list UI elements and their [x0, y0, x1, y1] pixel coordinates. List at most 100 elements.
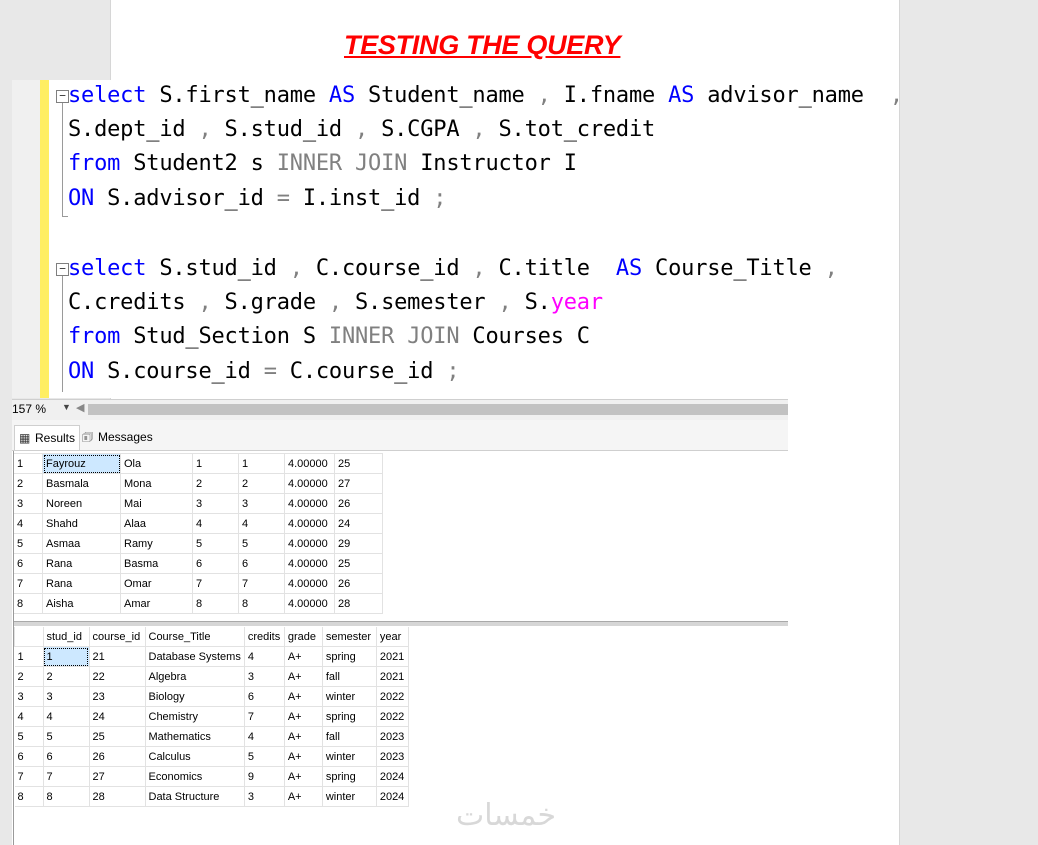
table-cell[interactable]: 3 [243, 786, 285, 807]
table-cell[interactable]: 4 [42, 706, 90, 727]
table-cell[interactable]: 26 [334, 493, 383, 514]
table-cell[interactable]: 9 [243, 766, 285, 787]
table-cell[interactable]: Fayrouz [42, 453, 121, 474]
zoom-level[interactable]: 157 % [12, 402, 46, 416]
table-cell[interactable]: Ola [120, 453, 193, 474]
results-grid-1[interactable]: 1 Fayrouz Ola 1 1 4.00000 25 2 Basmala Mona 2 2 4.00… [14, 453, 383, 614]
table-cell[interactable]: 23 [88, 686, 146, 707]
tab-results[interactable]: ▦ Results [14, 425, 81, 450]
table-cell[interactable]: Calculus [144, 746, 245, 767]
table-cell[interactable]: Omar [120, 573, 193, 594]
table-cell[interactable]: 27 [88, 766, 146, 787]
table-cell[interactable]: 3 [192, 493, 239, 514]
table-cell[interactable]: Basmala [42, 473, 121, 494]
scroll-left-icon[interactable]: ◀ [76, 401, 84, 414]
table-cell[interactable]: 4 [238, 513, 285, 534]
table-cell[interactable]: 4 [192, 513, 239, 534]
table-cell[interactable]: Amar [120, 593, 193, 614]
table-cell[interactable]: 2024 [375, 766, 409, 787]
table-cell[interactable]: spring [321, 766, 377, 787]
table-cell[interactable]: A+ [283, 766, 323, 787]
table-cell[interactable]: fall [321, 666, 377, 687]
column-header[interactable]: year [375, 627, 409, 647]
table-row[interactable]: 5 Asmaa Ramy 5 5 4.00000 29 [14, 533, 383, 554]
table-cell[interactable]: 5 [192, 533, 239, 554]
table-cell[interactable]: 6 [243, 686, 285, 707]
table-cell[interactable]: A+ [283, 666, 323, 687]
table-row[interactable]: 2 Basmala Mona 2 2 4.00000 27 [14, 473, 383, 494]
table-cell[interactable]: 3 [42, 686, 90, 707]
grid-splitter[interactable] [14, 621, 788, 626]
table-cell[interactable]: 4.00000 [284, 573, 335, 594]
table-cell[interactable]: 6 [192, 553, 239, 574]
table-cell[interactable]: 2021 [375, 646, 409, 667]
table-cell[interactable]: 4.00000 [284, 593, 335, 614]
table-cell[interactable]: Mai [120, 493, 193, 514]
table-cell[interactable]: Mona [120, 473, 193, 494]
column-header[interactable]: grade [283, 627, 323, 647]
table-row[interactable]: 8 Aisha Amar 8 8 4.00000 28 [14, 593, 383, 614]
table-cell[interactable]: 2022 [375, 706, 409, 727]
table-cell[interactable]: fall [321, 726, 377, 747]
table-cell[interactable]: 28 [88, 786, 146, 807]
column-header[interactable]: credits [243, 627, 285, 647]
table-cell[interactable]: A+ [283, 726, 323, 747]
table-cell[interactable]: Economics [144, 766, 245, 787]
table-cell[interactable]: Rana [42, 553, 121, 574]
table-cell[interactable]: spring [321, 646, 377, 667]
table-cell[interactable]: Alaa [120, 513, 193, 534]
table-cell[interactable]: Basma [120, 553, 193, 574]
table-cell[interactable]: 4.00000 [284, 473, 335, 494]
table-cell[interactable]: Data Structure [144, 786, 245, 807]
table-cell[interactable]: 27 [334, 473, 383, 494]
table-cell[interactable]: A+ [283, 786, 323, 807]
table-cell[interactable]: 2022 [375, 686, 409, 707]
table-cell[interactable]: Noreen [42, 493, 121, 514]
table-cell[interactable]: 24 [334, 513, 383, 534]
table-cell[interactable]: 4.00000 [284, 493, 335, 514]
table-cell[interactable]: 4 [243, 726, 285, 747]
table-cell[interactable]: Aisha [42, 593, 121, 614]
table-cell[interactable]: 25 [334, 553, 383, 574]
table-cell[interactable]: 3 [238, 493, 285, 514]
table-cell[interactable]: 5 [238, 533, 285, 554]
table-cell[interactable]: 3 [243, 666, 285, 687]
table-cell[interactable]: 5 [42, 726, 90, 747]
horizontal-scrollbar[interactable] [88, 404, 788, 415]
chevron-down-icon[interactable]: ▼ [62, 402, 71, 412]
table-cell[interactable]: 2021 [375, 666, 409, 687]
table-cell[interactable]: A+ [283, 746, 323, 767]
column-header[interactable]: stud_id [42, 627, 90, 647]
table-row[interactable]: 7 7 27 Economics 9 A+ spring 2024 [14, 766, 409, 787]
table-cell[interactable]: winter [321, 786, 377, 807]
table-row[interactable]: 6 6 26 Calculus 5 A+ winter 2023 [14, 746, 409, 767]
table-row[interactable]: 4 4 24 Chemistry 7 A+ spring 2022 [14, 706, 409, 727]
table-cell[interactable]: Mathematics [144, 726, 245, 747]
table-cell[interactable]: Shahd [42, 513, 121, 534]
table-cell[interactable]: 7 [243, 706, 285, 727]
table-cell[interactable]: 4.00000 [284, 533, 335, 554]
table-cell[interactable]: 4.00000 [284, 513, 335, 534]
table-cell[interactable]: 7 [42, 766, 90, 787]
table-cell[interactable]: 4.00000 [284, 453, 335, 474]
table-cell[interactable]: winter [321, 686, 377, 707]
table-cell[interactable]: A+ [283, 706, 323, 727]
table-cell[interactable]: 6 [238, 553, 285, 574]
results-grid-2[interactable]: stud_id course_id Course_Title credits grade… [14, 627, 409, 807]
table-cell[interactable]: A+ [283, 686, 323, 707]
table-cell[interactable]: 7 [192, 573, 239, 594]
table-cell[interactable]: 2023 [375, 726, 409, 747]
table-row[interactable]: 3 Noreen Mai 3 3 4.00000 26 [14, 493, 383, 514]
table-cell[interactable]: 4.00000 [284, 553, 335, 574]
table-cell[interactable]: 6 [42, 746, 90, 767]
table-cell[interactable]: 7 [238, 573, 285, 594]
table-cell[interactable]: 26 [88, 746, 146, 767]
table-cell[interactable]: 21 [88, 646, 146, 667]
table-row[interactable]: 2 2 22 Algebra 3 A+ fall 2021 [14, 666, 409, 687]
table-cell[interactable]: A+ [283, 646, 323, 667]
table-cell[interactable]: Chemistry [144, 706, 245, 727]
table-cell[interactable]: spring [321, 706, 377, 727]
table-cell[interactable]: 8 [192, 593, 239, 614]
sql-editor[interactable]: − select S.first_name AS Student_name , … [12, 80, 903, 398]
table-cell[interactable]: 25 [88, 726, 146, 747]
